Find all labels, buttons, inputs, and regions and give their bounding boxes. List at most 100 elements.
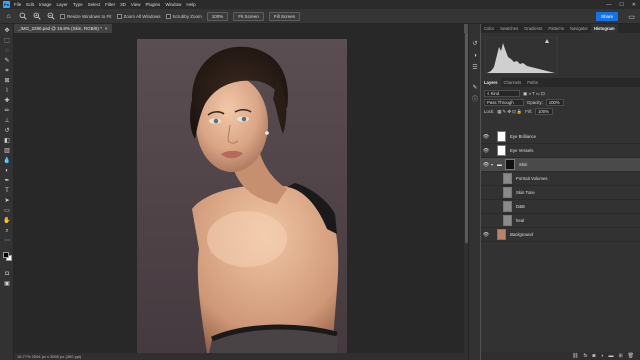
link-layers-icon[interactable]: ⛓ xyxy=(572,353,578,359)
fx-icon[interactable]: fx xyxy=(583,353,587,359)
add-mask-icon[interactable]: ◙ xyxy=(592,353,595,359)
menu-image[interactable]: Image xyxy=(39,2,52,7)
menu-3d[interactable]: 3D xyxy=(120,2,126,7)
tab-channels[interactable]: Channels xyxy=(501,78,525,87)
zoom-in-icon[interactable] xyxy=(32,12,41,21)
zoom-out-icon[interactable] xyxy=(46,12,55,21)
shape-tool-icon[interactable]: ▭ xyxy=(3,207,11,215)
foreground-color-swatch[interactable] xyxy=(3,252,9,258)
menu-type[interactable]: Type xyxy=(73,2,83,7)
gradient-tool-icon[interactable]: ▥ xyxy=(3,147,11,155)
document-tab[interactable]: _IMG_2280.psd @ 16.8% (Skin, RGB/8) * × xyxy=(14,24,112,33)
filter-icons[interactable]: ▣ ◑ T ▭ ⊡ xyxy=(523,91,545,97)
menu-plugins[interactable]: Plugins xyxy=(146,2,161,7)
menu-file[interactable]: File xyxy=(14,2,21,7)
close-tab-icon[interactable]: × xyxy=(105,26,108,31)
type-tool-icon[interactable]: T xyxy=(3,187,11,195)
layer-skin-tone[interactable]: Skin Tone xyxy=(481,186,640,200)
workspace-icon[interactable]: ▭ xyxy=(627,12,636,21)
blur-tool-icon[interactable]: 💧 xyxy=(3,157,11,165)
zoom-100-button[interactable]: 100% xyxy=(206,11,229,21)
pen-tool-icon[interactable]: ✒ xyxy=(3,177,11,185)
lock-icons[interactable]: ▦ ✎ ✥ ⊡ 🔒 xyxy=(497,109,522,115)
scrubby-zoom-checkbox[interactable]: Scrubby Zoom xyxy=(165,13,202,19)
menu-filter[interactable]: Filter xyxy=(105,2,115,7)
opacity-input[interactable]: 100% xyxy=(545,99,564,106)
layer-thumbnail xyxy=(503,187,512,198)
tab-patterns[interactable]: Patterns xyxy=(545,24,567,33)
layer-filter-kind[interactable]: ⌕ Kind xyxy=(484,90,520,97)
layer-eye-brilliance[interactable]: 👁 Eye Brilliance xyxy=(481,130,640,144)
photoshop-logo: Ps xyxy=(3,1,10,8)
tab-histogram[interactable]: Histogram xyxy=(590,24,618,33)
delete-layer-icon[interactable]: 🗑 xyxy=(628,353,634,359)
tab-gradients[interactable]: Gradients xyxy=(521,24,545,33)
layer-skin-group[interactable]: 👁 ▾ ▬ Skin xyxy=(481,158,640,172)
marquee-tool-icon[interactable]: ⬚ xyxy=(3,37,11,45)
tab-layers[interactable]: Layers xyxy=(481,78,501,87)
blend-mode-select[interactable]: Pass Through xyxy=(484,99,524,106)
dodge-tool-icon[interactable]: ◐ xyxy=(3,167,11,175)
home-icon[interactable]: ⌂ xyxy=(4,12,13,21)
minimize-button[interactable]: — xyxy=(606,2,611,8)
zoom-tool-icon-left[interactable]: ⌕ xyxy=(3,227,11,235)
layer-thumbnail xyxy=(503,215,512,226)
lasso-tool-icon[interactable]: ◌ xyxy=(3,47,11,55)
menu-layer[interactable]: Layer xyxy=(57,2,68,7)
frame-tool-icon[interactable]: ⊠ xyxy=(3,77,11,85)
menu-select[interactable]: Select xyxy=(88,2,101,7)
visibility-eye-icon[interactable]: 👁 xyxy=(481,162,491,168)
properties-panel-icon[interactable]: ☰ xyxy=(471,64,479,72)
layer-background[interactable]: 👁 Background xyxy=(481,228,640,242)
menu-view[interactable]: View xyxy=(131,2,141,7)
layer-thumbnail xyxy=(497,145,506,156)
visibility-eye-icon[interactable]: 👁 xyxy=(481,148,491,154)
move-tool-icon[interactable]: ✥ xyxy=(3,27,11,35)
menu-edit[interactable]: Edit xyxy=(26,2,34,7)
layer-dodge-burn[interactable]: D&B xyxy=(481,200,640,214)
eraser-tool-icon[interactable]: ◧ xyxy=(3,137,11,145)
history-panel-icon[interactable]: ↺ xyxy=(471,40,479,48)
fill-label: Fill: xyxy=(525,109,532,114)
tab-paths[interactable]: Paths xyxy=(524,78,541,87)
adjustment-layer-icon[interactable]: ◑ xyxy=(600,353,603,359)
tab-navigator[interactable]: Navigator xyxy=(567,24,591,33)
maximize-button[interactable]: ☐ xyxy=(619,2,623,8)
quick-mask-icon[interactable]: ◘ xyxy=(3,270,11,278)
menu-help[interactable]: Help xyxy=(186,2,195,7)
layer-heal[interactable]: heal xyxy=(481,214,640,228)
tab-color[interactable]: Color xyxy=(481,24,497,33)
info-panel-icon[interactable]: ⓘ xyxy=(471,96,479,104)
zoom-all-windows-checkbox[interactable]: Zoom All Windows xyxy=(116,13,161,19)
screen-mode-icon[interactable]: ▣ xyxy=(3,280,11,288)
close-window-button[interactable]: ✕ xyxy=(632,2,636,8)
visibility-eye-icon[interactable]: 👁 xyxy=(481,232,491,238)
canvas-area[interactable] xyxy=(14,33,464,353)
share-button[interactable]: Share xyxy=(595,12,618,21)
fit-screen-button[interactable]: Fit Screen xyxy=(233,11,264,21)
path-select-tool-icon[interactable]: ➤ xyxy=(3,197,11,205)
visibility-eye-icon[interactable]: 👁 xyxy=(481,134,491,140)
layer-eye-vessels[interactable]: 👁 Eye Vessels xyxy=(481,144,640,158)
healing-brush-tool-icon[interactable]: ✚ xyxy=(3,97,11,105)
quick-select-tool-icon[interactable]: ✎ xyxy=(3,57,11,65)
layer-portrait-volumes[interactable]: Portrait Volumes xyxy=(481,172,640,186)
new-group-icon[interactable]: ▬ xyxy=(608,353,613,359)
menu-window[interactable]: Window xyxy=(165,2,181,7)
fill-screen-button[interactable]: Fill Screen xyxy=(268,11,301,21)
more-tools-icon[interactable]: ⋯ xyxy=(3,237,11,245)
zoom-tool-icon[interactable] xyxy=(18,12,27,21)
collapsed-panels-strip: ↺ ◑ ☰ ✎ ⓘ xyxy=(468,24,480,360)
eyedropper-tool-icon[interactable]: ⌇ xyxy=(3,87,11,95)
brush-tool-icon[interactable]: ✏ xyxy=(3,107,11,115)
clone-stamp-tool-icon[interactable]: ⊥ xyxy=(3,117,11,125)
crop-tool-icon[interactable]: ⌗ xyxy=(3,67,11,75)
tab-swatches[interactable]: Swatches xyxy=(497,24,521,33)
history-brush-tool-icon[interactable]: ↺ xyxy=(3,127,11,135)
brush-settings-icon[interactable]: ✎ xyxy=(471,84,479,92)
resize-windows-checkbox[interactable]: Resize Windows to Fit xyxy=(60,13,112,19)
adjustments-panel-icon[interactable]: ◑ xyxy=(471,52,479,60)
new-layer-icon[interactable]: ⊞ xyxy=(618,353,622,359)
hand-tool-icon[interactable]: ✋ xyxy=(3,217,11,225)
fill-input[interactable]: 100% xyxy=(534,108,553,115)
